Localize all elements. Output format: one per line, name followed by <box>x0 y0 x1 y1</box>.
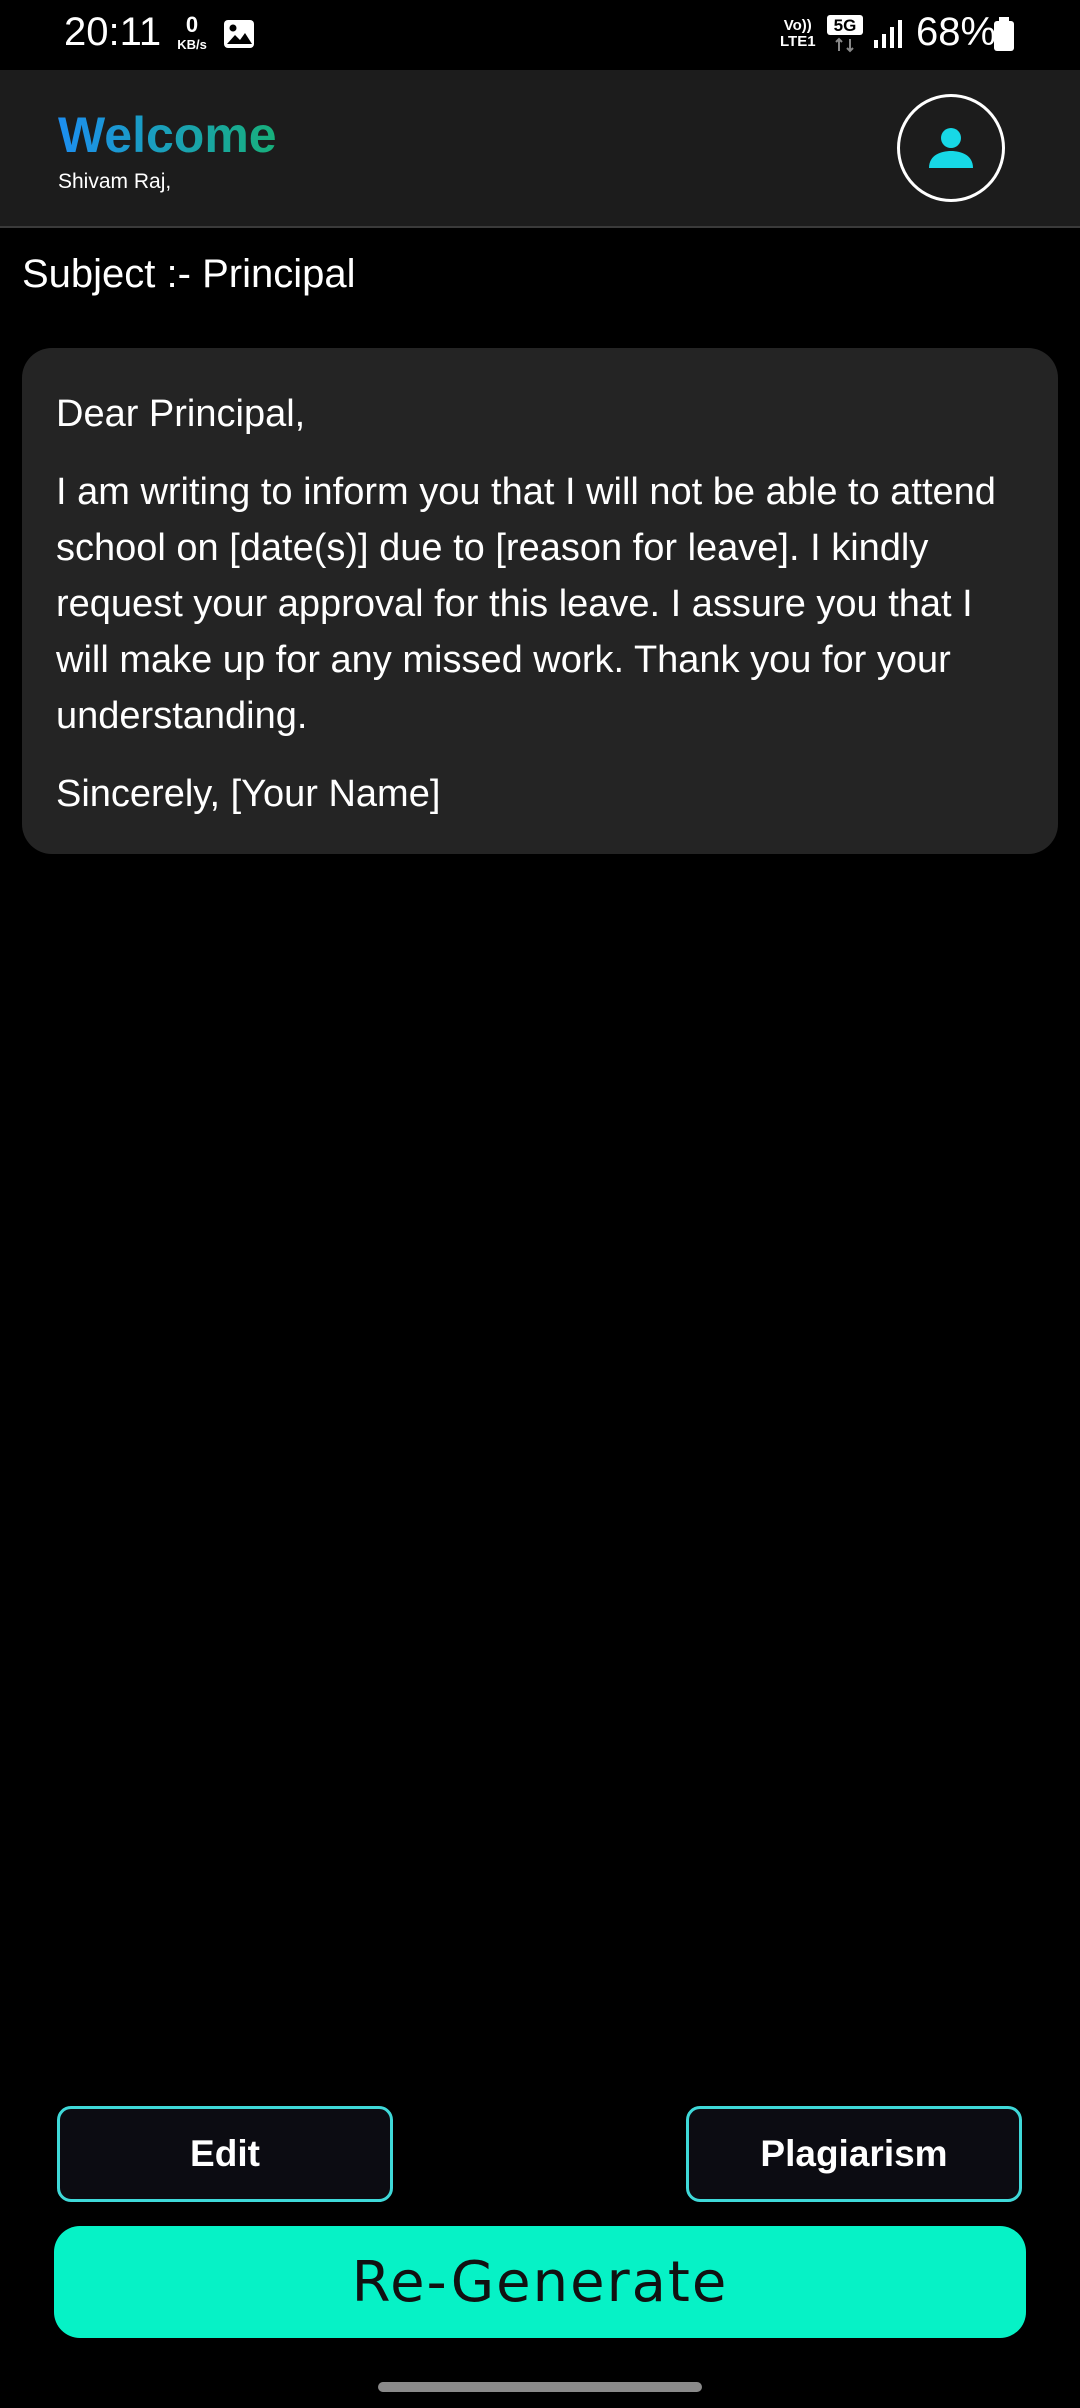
plagiarism-button[interactable]: Plagiarism <box>686 2106 1022 2202</box>
regenerate-button[interactable]: Re-Generate <box>54 2226 1026 2338</box>
user-name: Shivam Raj, <box>58 170 172 193</box>
volte-indicator: Vo)) LTE1 <box>780 18 816 50</box>
5g-label: 5G <box>834 16 857 35</box>
subject-line: Subject :- Principal <box>22 252 356 296</box>
signal-icon <box>874 20 902 48</box>
network-speed-value: 0 <box>185 12 199 37</box>
battery-percent: 68% <box>916 10 997 54</box>
edit-button[interactable]: Edit <box>57 2106 393 2202</box>
network-speed-unit: KB/s <box>177 37 207 52</box>
gallery-icon <box>224 20 254 48</box>
status-bar: 20:11 0 KB/s Vo)) LTE1 5G 68% <box>0 0 1080 70</box>
app-header: Welcome Shivam Raj, <box>0 70 1080 228</box>
battery-icon <box>994 17 1014 51</box>
welcome-title: Welcome <box>58 107 277 163</box>
volte-top-label: Vo)) <box>783 17 812 34</box>
home-indicator[interactable] <box>378 2382 702 2392</box>
letter-card: Dear Principal, I am writing to inform y… <box>22 348 1058 854</box>
profile-avatar-button[interactable] <box>897 94 1005 202</box>
letter-closing: Sincerely, [Your Name] <box>56 773 441 815</box>
status-time: 20:11 <box>64 10 162 54</box>
volte-bottom-label: LTE1 <box>780 32 816 50</box>
5g-network-icon: 5G <box>827 15 863 53</box>
network-speed: 0 KB/s <box>172 12 212 52</box>
person-icon <box>929 128 973 168</box>
letter-greeting: Dear Principal, <box>56 393 306 435</box>
letter-body: I am writing to inform you that I will n… <box>56 471 996 737</box>
